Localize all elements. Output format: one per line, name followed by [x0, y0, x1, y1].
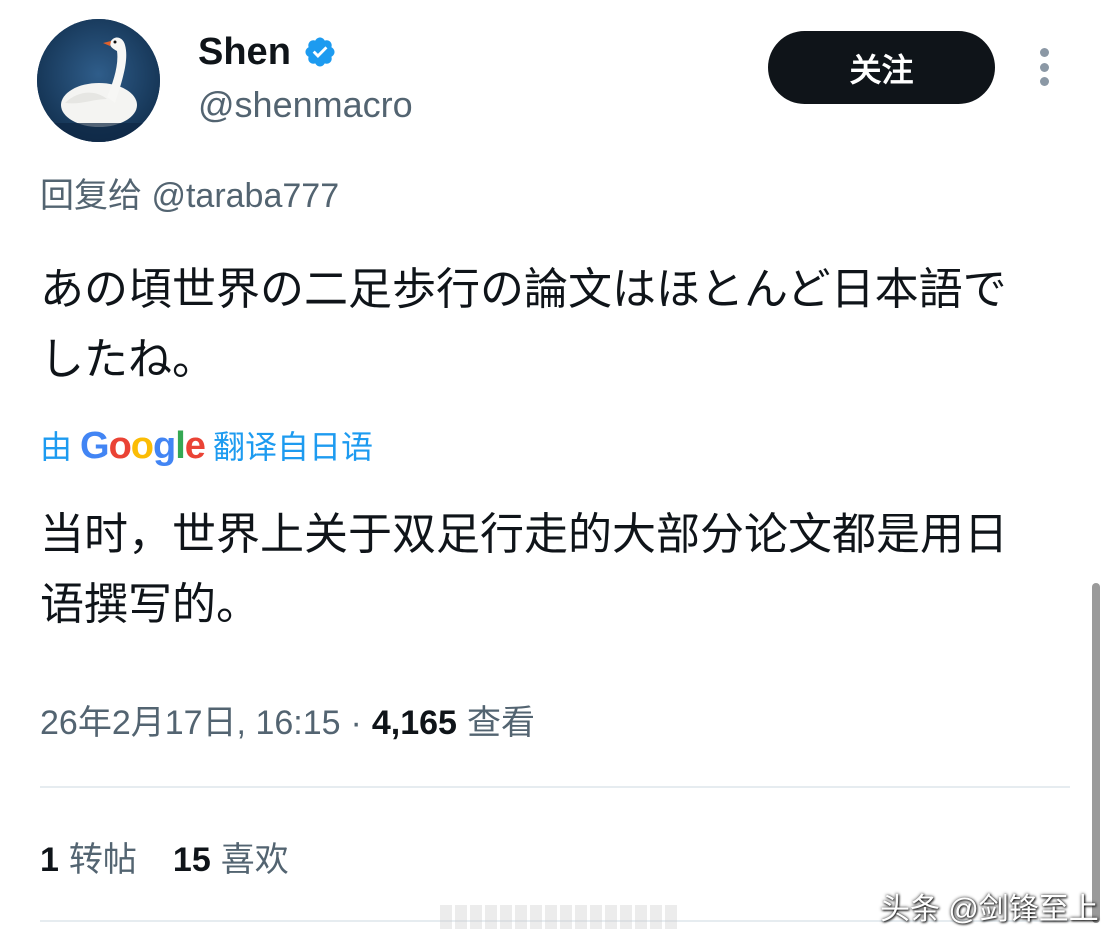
translation-suffix: 翻译自日语 — [212, 429, 373, 465]
reposts-count: 1 — [40, 841, 59, 879]
scrollbar[interactable] — [1092, 583, 1100, 923]
reply-mention-link[interactable]: @taraba777 — [151, 177, 339, 215]
translated-text: 当时，世界上关于双足行走的大部分论文都是用日语撰写的。 — [40, 509, 1008, 630]
views-label: 查看 — [466, 704, 535, 742]
display-name[interactable]: Shen — [198, 30, 291, 74]
google-logo-icon: Google — [80, 425, 206, 467]
divider — [40, 786, 1070, 788]
translation-attribution[interactable]: 由 Google 翻译自日语 — [40, 424, 373, 469]
dot — [1039, 77, 1049, 86]
likes-stat[interactable]: 15 喜欢 — [173, 838, 289, 882]
likes-label: 喜欢 — [220, 841, 289, 879]
views-count: 4,165 — [371, 704, 457, 742]
verified-badge-icon — [305, 37, 335, 67]
swan-avatar-icon — [37, 19, 160, 142]
dot — [1039, 62, 1049, 72]
likes-count: 15 — [172, 841, 211, 879]
tweet-meta: 26年2月17日, 16:15 · 4,165 查看 — [40, 700, 535, 746]
reply-prefix: 回复给 — [40, 177, 142, 215]
avatar[interactable] — [37, 19, 160, 142]
dot — [1039, 48, 1049, 57]
meta-separator: · — [350, 704, 362, 742]
engagement-stats: 1 转帖 15 喜欢 — [40, 838, 289, 882]
watermark: 头条 @剑锋至上 — [880, 893, 1099, 926]
more-vertical-icon[interactable] — [1030, 44, 1058, 90]
tweet-datetime[interactable]: 26年2月17日, 16:15 — [40, 700, 341, 746]
watermark-strip — [440, 905, 680, 929]
reposts-label: 转帖 — [68, 841, 137, 879]
translation-by: 由 — [40, 429, 73, 465]
user-handle[interactable]: @shenmacro — [198, 84, 413, 126]
name-row: Shen — [198, 30, 337, 74]
follow-button[interactable]: 关注 — [768, 31, 995, 104]
tweet-text: あの頃世界の二足歩行の論文はほとんど日本語でしたね。 — [40, 264, 1007, 385]
reply-context: 回复给 @taraba777 — [40, 175, 339, 217]
reposts-stat[interactable]: 1 转帖 — [40, 838, 137, 882]
